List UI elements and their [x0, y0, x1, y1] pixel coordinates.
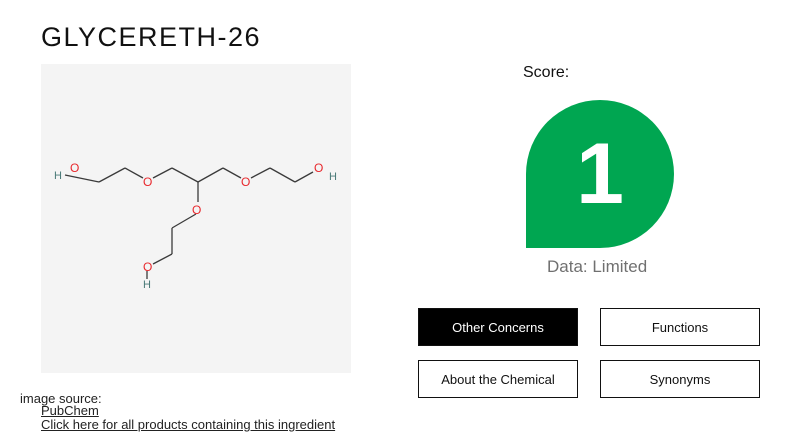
- ingredient-title: GLYCERETH-26: [41, 22, 262, 52]
- tab-label: Synonyms: [649, 371, 711, 387]
- atom-label: O: [143, 175, 152, 189]
- tab-label: About the Chemical: [441, 371, 555, 387]
- tab-label: Other Concerns: [452, 319, 544, 335]
- data-quality-label: Data: Limited: [547, 257, 648, 276]
- atom-label: O: [314, 161, 323, 175]
- tab-functions[interactable]: Functions: [600, 308, 760, 346]
- tab-label: Functions: [651, 319, 709, 335]
- atom-label: H: [143, 279, 151, 291]
- tab-other-concerns[interactable]: Other Concerns: [418, 308, 578, 346]
- atom-label: O: [241, 175, 250, 189]
- tab-synonyms[interactable]: Synonyms: [600, 360, 760, 398]
- atom-label: H: [54, 170, 62, 182]
- atom-label: O: [192, 203, 201, 217]
- score-label: Score:: [523, 64, 570, 81]
- chemical-structure-image: H O O O O H O O H: [41, 64, 351, 373]
- products-link[interactable]: Click here for all products containing t…: [41, 417, 335, 432]
- molecule-diagram: H O O O O H O O H: [54, 161, 337, 291]
- score-badge: 1: [526, 100, 674, 248]
- atom-label: O: [143, 260, 152, 274]
- pubchem-link[interactable]: PubChem: [41, 403, 99, 418]
- atom-label: O: [70, 161, 79, 175]
- score-value: 1: [576, 125, 624, 222]
- tab-about-the-chemical[interactable]: About the Chemical: [418, 360, 578, 398]
- atom-label: H: [329, 171, 337, 183]
